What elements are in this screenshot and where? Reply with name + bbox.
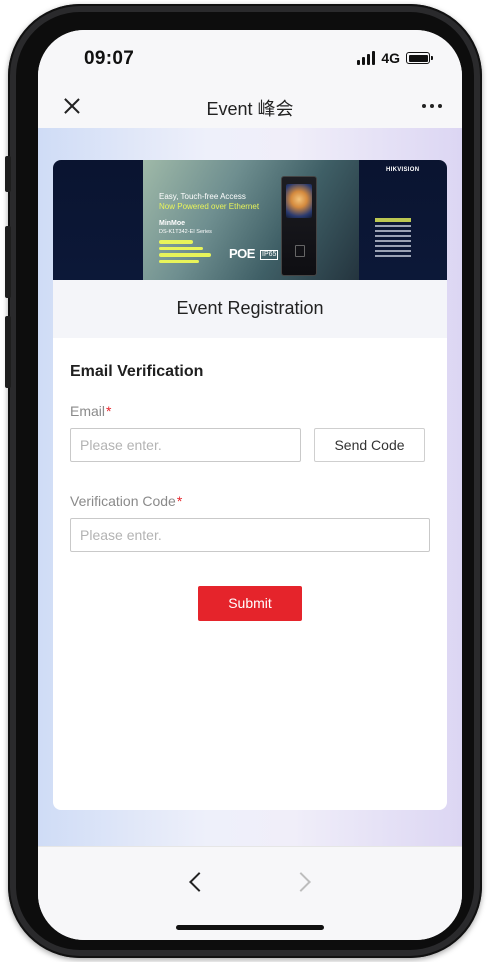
access-terminal-image (281, 176, 317, 276)
product-banner: Easy, Touch-free Access Now Powered over… (53, 160, 447, 280)
status-bar: 09:07 4G (38, 30, 462, 88)
banner-photo: Easy, Touch-free Access Now Powered over… (143, 160, 411, 280)
phone-screen: 09:07 4G Event 峰会 Easy, Touch-free Acces… (38, 30, 462, 940)
banner-feature-tags (159, 240, 211, 263)
registration-header: Event Registration (53, 280, 447, 338)
required-mark: * (106, 403, 112, 419)
web-content: Easy, Touch-free Access Now Powered over… (38, 128, 462, 846)
submit-button[interactable]: Submit (198, 586, 302, 621)
email-label-text: Email (70, 403, 106, 419)
home-indicator[interactable] (176, 925, 324, 930)
banner-model: DS-K1T342-EI Series (159, 229, 212, 235)
side-button-volume-up (5, 226, 11, 298)
device-button (295, 245, 305, 257)
required-mark: * (176, 493, 183, 509)
status-indicators: 4G (357, 50, 433, 66)
chevron-left-icon[interactable] (189, 872, 209, 892)
more-icon[interactable] (422, 104, 442, 108)
status-time: 09:07 (84, 48, 135, 69)
banner-ip-label: IP65 (260, 250, 279, 260)
banner-headline-2: Now Powered over Ethernet (159, 202, 260, 211)
banner-poe-label: POE (229, 246, 255, 261)
network-label: 4G (381, 50, 400, 66)
page-title: Event 峰会 (206, 99, 294, 119)
brand-logo: HIKVISION (386, 167, 420, 173)
battery-icon (406, 52, 433, 64)
send-code-button[interactable]: Send Code (314, 428, 425, 462)
section-title: Email Verification (70, 363, 204, 380)
banner-spec-list (375, 218, 411, 257)
chevron-right-icon[interactable] (291, 872, 311, 892)
email-input[interactable] (70, 428, 301, 462)
registration-card: Easy, Touch-free Access Now Powered over… (53, 160, 447, 810)
browser-toolbar (38, 846, 462, 940)
verification-code-label: Verification Code* (70, 493, 182, 509)
verification-code-label-text: Verification Code (70, 493, 176, 509)
face-recognition-screen (286, 184, 312, 218)
navigation-bar: Event 峰会 (38, 88, 462, 128)
side-button-volume-down (5, 316, 11, 388)
signal-bars-icon (357, 51, 376, 65)
banner-headline-1: Easy, Touch-free Access (159, 192, 246, 201)
side-button-silent (5, 156, 11, 192)
email-label: Email* (70, 403, 111, 419)
banner-product-name: MinMoe (159, 220, 186, 227)
registration-title: Event Registration (176, 298, 324, 318)
verification-code-input[interactable] (70, 518, 430, 552)
